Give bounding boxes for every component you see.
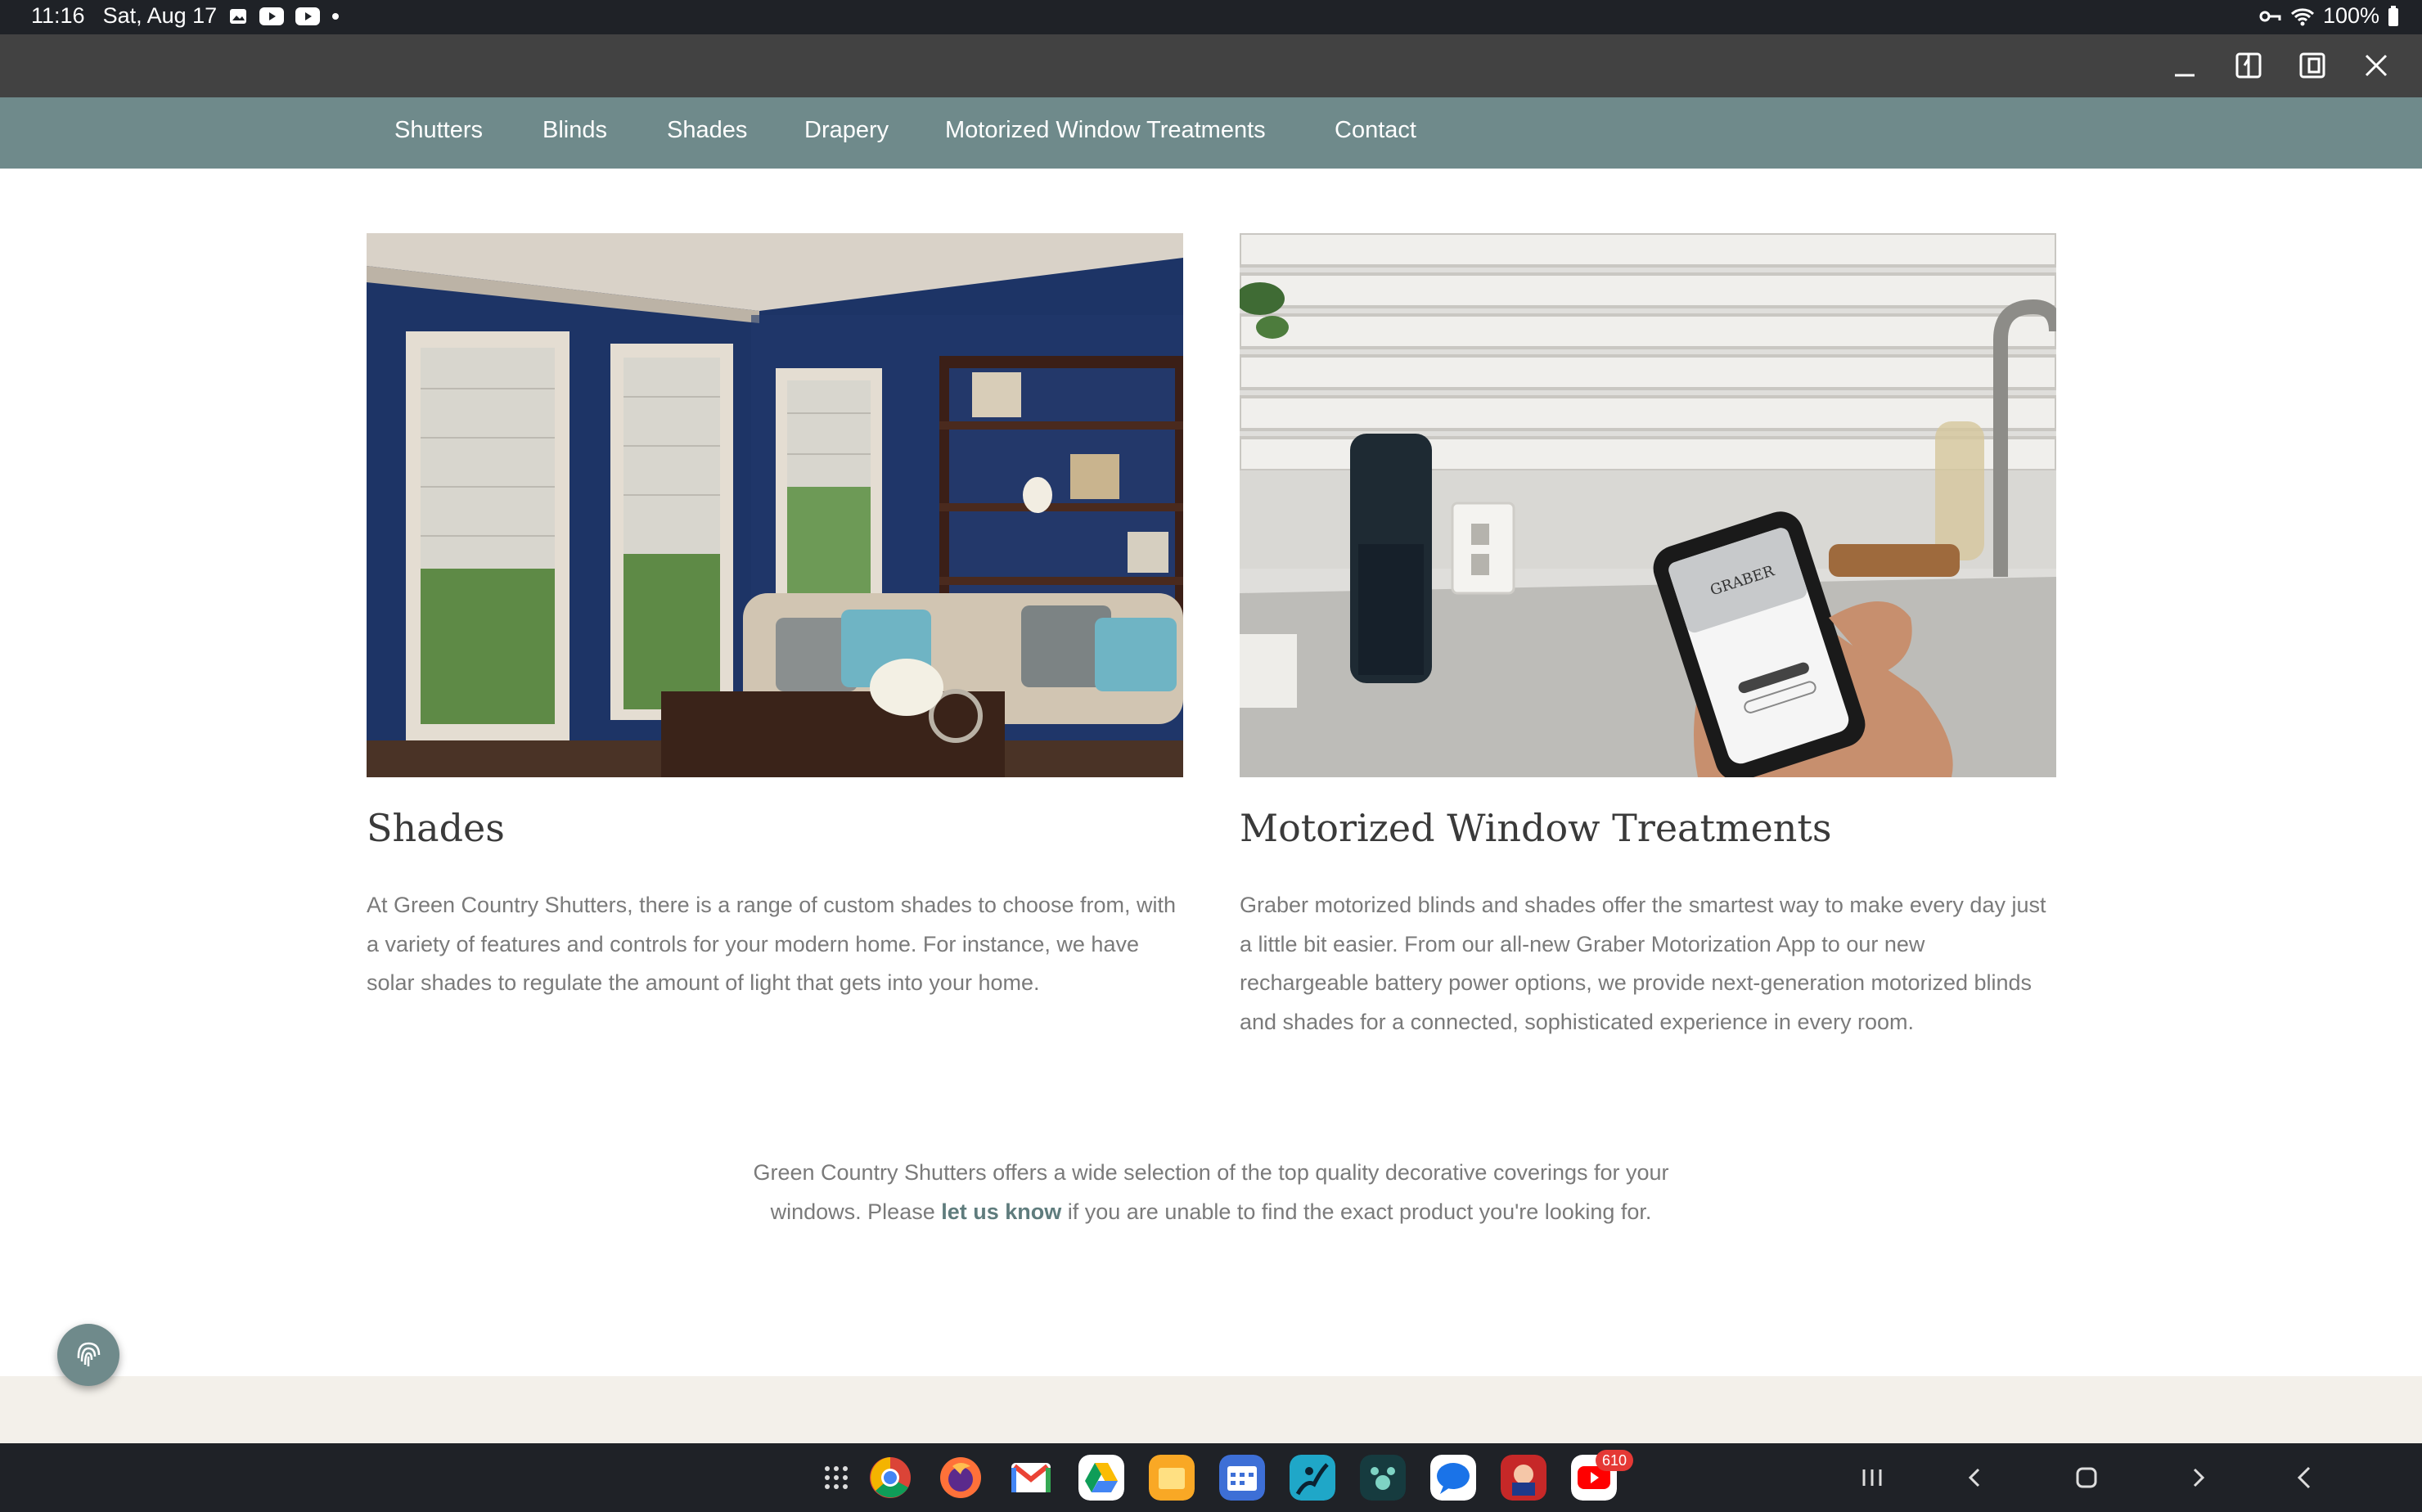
messages-icon[interactable] — [1430, 1455, 1476, 1501]
files-icon[interactable] — [1149, 1455, 1195, 1501]
gallery-icon — [230, 8, 247, 24]
chrome-icon[interactable] — [867, 1455, 913, 1501]
youtube-icon — [295, 7, 321, 25]
vpn-key-icon — [2259, 11, 2281, 21]
close-icon[interactable] — [2361, 51, 2391, 80]
split-view-icon[interactable] — [2234, 51, 2263, 80]
recent-apps-icon[interactable] — [1856, 1461, 1889, 1494]
site-navigation: Shutters Blinds Shades Drapery Motorized… — [0, 97, 2422, 169]
shades-description: At Green Country Shutters, there is a ra… — [367, 893, 1176, 995]
gmail-icon[interactable] — [1008, 1455, 1054, 1501]
motorized-description: Graber motorized blinds and shades offer… — [1240, 893, 2046, 1034]
youtube-icon — [259, 7, 285, 25]
system-back-icon[interactable] — [2288, 1461, 2321, 1494]
game-app-icon[interactable] — [1501, 1455, 1546, 1501]
wifi-icon — [2290, 7, 2314, 25]
nav-item-shutters[interactable]: Shutters — [394, 117, 483, 144]
nav-item-contact[interactable]: Contact — [1335, 117, 1416, 144]
app-drawer-icon[interactable] — [813, 1455, 859, 1501]
dot-icon — [332, 12, 340, 20]
footer-band — [0, 1376, 2422, 1443]
nav-item-motorized-window-treatments[interactable]: Motorized Window Treatments — [945, 117, 1266, 144]
drive-icon[interactable] — [1078, 1455, 1124, 1501]
home-icon[interactable] — [2070, 1461, 2103, 1494]
motorized-title: Motorized Window Treatments — [1240, 806, 1832, 850]
fingerprint-icon — [77, 1342, 101, 1366]
battery-percent: 100% — [2322, 3, 2379, 28]
window-title-bar — [0, 34, 2422, 97]
motorized-image[interactable]: GRABER — [1240, 233, 2056, 777]
battery-icon — [2388, 5, 2398, 26]
footer-message: Green Country Shutters offers a wide sel… — [638, 1154, 1784, 1231]
status-bar: 11:16 Sat, Aug 17 100% — [0, 0, 2422, 34]
calendar-icon[interactable] — [1219, 1455, 1265, 1501]
footer-line-2: windows. Please let us know if you are u… — [770, 1199, 1652, 1224]
back-arrow-icon[interactable] — [1959, 1461, 1992, 1494]
footer-line-1: Green Country Shutters offers a wide sel… — [753, 1160, 1669, 1185]
status-date: Sat, Aug 17 — [102, 3, 218, 28]
let-us-know-link[interactable]: let us know — [941, 1199, 1061, 1224]
shades-image[interactable] — [367, 233, 1183, 777]
forward-arrow-icon[interactable] — [2181, 1461, 2214, 1494]
kindle-icon[interactable] — [1290, 1455, 1335, 1501]
nav-item-blinds[interactable]: Blinds — [542, 117, 607, 144]
taskbar: 610 — [0, 1443, 2422, 1512]
nav-item-shades[interactable]: Shades — [667, 117, 747, 144]
shades-title: Shades — [367, 806, 505, 850]
pawprint-app-icon[interactable] — [1360, 1455, 1406, 1501]
firefox-icon[interactable] — [938, 1455, 984, 1501]
floating-fingerprint-button[interactable] — [57, 1324, 119, 1386]
status-time: 11:16 — [31, 3, 85, 28]
minimize-icon[interactable] — [2170, 51, 2199, 80]
popup-view-icon[interactable] — [2298, 51, 2327, 80]
youtube-notification-badge: 610 — [1596, 1450, 1634, 1471]
nav-item-drapery[interactable]: Drapery — [804, 117, 889, 144]
